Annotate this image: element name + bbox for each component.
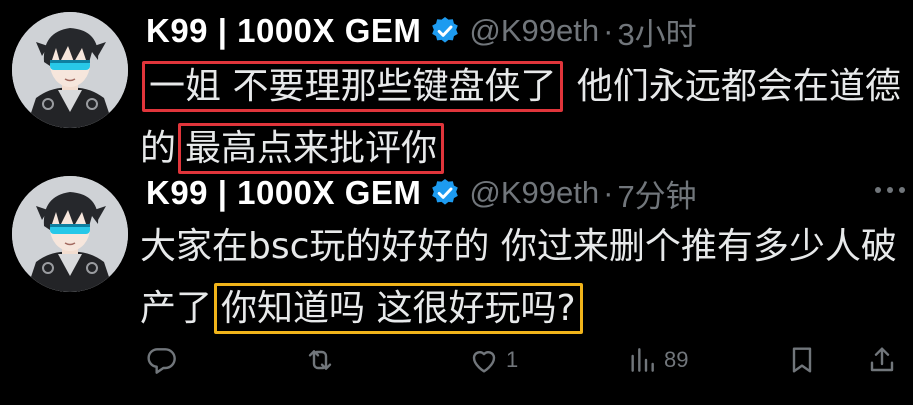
repost-button[interactable] — [304, 338, 336, 382]
handle[interactable]: @K99eth — [469, 13, 599, 49]
timestamp[interactable]: 7分钟 — [617, 171, 696, 216]
tweet-1[interactable]: K99 | 1000X GEM @K99eth · 3小时 一姐 不要理那些键盘… — [0, 0, 913, 174]
heart-icon — [472, 351, 496, 373]
tweet-2[interactable]: K99 | 1000X GEM @K99eth · 7分钟 大家在bsc玩的好好… — [0, 170, 913, 405]
like-count: 1 — [506, 347, 519, 372]
separator-dot: · — [603, 13, 614, 48]
tweet-text: 大家在bsc玩的好好的 你过来删个推有多少人破产了 你知道吗 这很好玩吗? — [140, 216, 910, 340]
verified-badge-icon — [432, 179, 459, 205]
display-name[interactable]: K99 | 1000X GEM — [146, 174, 421, 212]
display-name[interactable]: K99 | 1000X GEM — [146, 12, 421, 50]
more-options-icon[interactable] — [873, 180, 907, 200]
avatar[interactable] — [12, 176, 128, 292]
highlighted-text: 最高点来批评你 — [178, 123, 445, 174]
tweet-header: K99 | 1000X GEM @K99eth · 7分钟 — [146, 171, 697, 215]
tweet-header: K99 | 1000X GEM @K99eth · 3小时 — [146, 9, 697, 53]
like-button[interactable]: 1 — [468, 338, 518, 382]
bookmark-icon — [792, 347, 812, 373]
share-icon — [870, 347, 894, 372]
views-button[interactable]: 89 — [626, 338, 688, 382]
avatar[interactable] — [12, 12, 128, 128]
timestamp[interactable]: 3小时 — [617, 9, 696, 54]
tweet-actions: 1 89 — [140, 338, 910, 382]
repost-icon — [308, 350, 332, 370]
separator-dot: · — [603, 175, 614, 210]
views-chart-icon — [631, 348, 654, 372]
views-count: 89 — [664, 347, 689, 372]
handle[interactable]: @K99eth — [469, 175, 599, 211]
reply-icon — [147, 348, 176, 374]
highlighted-text: 一姐 不要理那些键盘侠了 — [142, 61, 564, 112]
reply-button[interactable] — [146, 338, 178, 382]
tweet-text: 一姐 不要理那些键盘侠了 他们永远都会在道德的 最高点来批评你 — [140, 56, 910, 180]
share-button[interactable] — [866, 338, 898, 382]
highlighted-text: 你知道吗 这很好玩吗? — [214, 283, 583, 334]
bookmark-button[interactable] — [786, 338, 818, 382]
verified-badge-icon — [432, 17, 459, 43]
